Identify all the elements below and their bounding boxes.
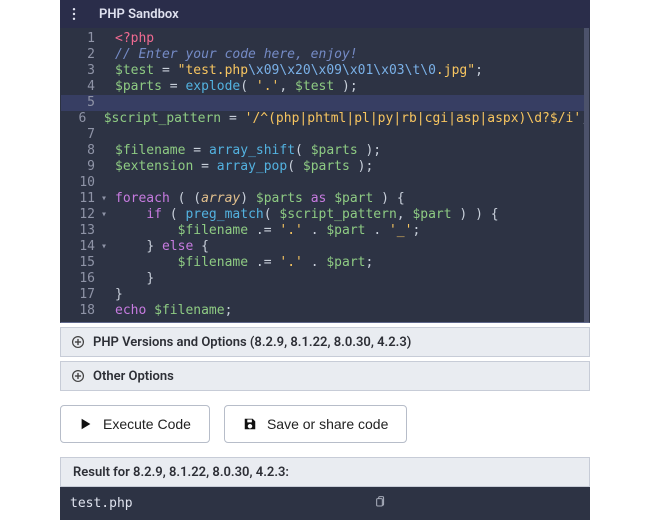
code-line[interactable]: 9 $extension = array_pop( $parts ); <box>61 159 589 175</box>
button-label: Execute Code <box>103 416 191 432</box>
code-text[interactable]: } <box>111 271 589 287</box>
accordion-php-versions[interactable]: PHP Versions and Options (8.2.9, 8.1.22,… <box>60 327 590 357</box>
fold-icon[interactable]: ▾ <box>101 191 111 207</box>
line-number: 16 <box>61 271 101 287</box>
execute-button[interactable]: Execute Code <box>60 405 210 443</box>
editor-title: PHP Sandbox <box>99 7 585 22</box>
code-line[interactable]: 17} <box>61 287 589 303</box>
fold-icon <box>92 111 99 127</box>
code-text[interactable]: $filename .= '.' . $part; <box>111 255 589 271</box>
line-number: 4 <box>61 79 101 95</box>
code-line[interactable]: 13 $filename .= '.' . $part . '_'; <box>61 223 589 239</box>
fold-icon <box>101 271 111 287</box>
line-number: 6 <box>61 111 92 127</box>
fold-icon <box>101 159 111 175</box>
line-number: 13 <box>61 223 101 239</box>
fold-icon <box>101 255 111 271</box>
code-line[interactable]: 1 <?php <box>61 31 589 47</box>
code-text[interactable] <box>111 95 589 111</box>
code-text[interactable]: // Enter your code here, enjoy! <box>111 47 589 63</box>
expand-icon <box>71 335 85 349</box>
line-number: 9 <box>61 159 101 175</box>
line-number: 10 <box>61 175 101 191</box>
fold-icon <box>101 287 111 303</box>
line-number: 1 <box>61 31 101 47</box>
line-number: 7 <box>61 127 101 143</box>
code-text[interactable]: $test = "test.php\x09\x20\x09\x01\x03\t\… <box>111 63 589 79</box>
code-text[interactable]: foreach ( (array) $parts as $part ) { <box>111 191 589 207</box>
editor-menu-icon[interactable] <box>61 1 87 27</box>
code-editor[interactable]: 1 <?php 2 // Enter your code here, enjoy! 3 $… <box>60 28 590 323</box>
line-number: 17 <box>61 287 101 303</box>
expand-icon <box>71 369 85 383</box>
play-icon <box>79 417 93 431</box>
result-heading-text: Result for 8.2.9, 8.1.22, 8.0.30, 4.2.3: <box>73 465 289 480</box>
code-line[interactable]: 3 $test = "test.php\x09\x20\x09\x01\x03\t… <box>61 63 589 79</box>
line-number: 14 <box>61 239 101 255</box>
copy-icon[interactable] <box>373 495 386 512</box>
fold-icon <box>101 95 111 111</box>
code-text[interactable]: $extension = array_pop( $parts ); <box>111 159 589 175</box>
code-line[interactable]: 11▾foreach ( (array) $parts as $part ) { <box>61 191 589 207</box>
line-number: 3 <box>61 63 101 79</box>
code-line[interactable]: 15 $filename .= '.' . $part; <box>61 255 589 271</box>
code-text[interactable]: $script_pattern = '/^(php|phtml|pl|py|rb… <box>100 111 589 127</box>
fold-icon <box>101 143 111 159</box>
code-text[interactable] <box>111 175 589 191</box>
code-text[interactable] <box>111 127 589 143</box>
save-button[interactable]: Save or share code <box>224 405 407 443</box>
code-text[interactable]: if ( preg_match( $script_pattern, $part … <box>111 207 589 223</box>
save-icon <box>243 417 257 431</box>
code-text[interactable]: echo $filename; <box>111 303 589 319</box>
fold-icon <box>101 47 111 63</box>
fold-icon <box>101 63 111 79</box>
code-text[interactable]: $filename .= '.' . $part . '_'; <box>111 223 589 239</box>
accordion-label: Other Options <box>93 369 174 384</box>
line-number: 11 <box>61 191 101 207</box>
fold-icon <box>101 31 111 47</box>
result-heading: Result for 8.2.9, 8.1.22, 8.0.30, 4.2.3: <box>60 457 590 487</box>
result-output: test.php <box>60 487 590 520</box>
accordion-label: PHP Versions and Options (8.2.9, 8.1.22,… <box>93 335 411 350</box>
code-line[interactable]: 6 $script_pattern = '/^(php|phtml|pl|py|r… <box>61 111 589 127</box>
code-line[interactable]: 5 <box>61 95 589 111</box>
code-line[interactable]: 12▾ if ( preg_match( $script_pattern, $p… <box>61 207 589 223</box>
fold-icon <box>101 79 111 95</box>
code-line[interactable]: 10 <box>61 175 589 191</box>
action-bar: Execute Code Save or share code <box>60 405 590 443</box>
editor-scrollbar[interactable] <box>584 28 589 322</box>
code-line[interactable]: 8 $filename = array_shift( $parts ); <box>61 143 589 159</box>
code-text[interactable]: <?php <box>111 31 589 47</box>
code-text[interactable]: } <box>111 287 589 303</box>
line-number: 5 <box>61 95 101 111</box>
button-label: Save or share code <box>267 416 388 432</box>
line-number: 2 <box>61 47 101 63</box>
code-text[interactable]: $parts = explode( '.', $test ); <box>111 79 589 95</box>
fold-icon <box>101 223 111 239</box>
fold-icon[interactable]: ▾ <box>101 239 111 255</box>
code-line[interactable]: 7 <box>61 127 589 143</box>
code-line[interactable]: 18 echo $filename; <box>61 303 589 319</box>
code-line[interactable]: 4 $parts = explode( '.', $test ); <box>61 79 589 95</box>
editor-header: PHP Sandbox <box>60 0 590 28</box>
code-text[interactable]: } else { <box>111 239 589 255</box>
code-line[interactable]: 14▾ } else { <box>61 239 589 255</box>
code-line[interactable]: 2 // Enter your code here, enjoy! <box>61 47 589 63</box>
code-text[interactable]: $filename = array_shift( $parts ); <box>111 143 589 159</box>
fold-icon <box>101 127 111 143</box>
fold-icon <box>101 303 111 319</box>
accordion-other-options[interactable]: Other Options <box>60 361 590 391</box>
fold-icon[interactable]: ▾ <box>101 207 111 223</box>
result-text: test.php <box>70 496 133 511</box>
line-number: 12 <box>61 207 101 223</box>
line-number: 8 <box>61 143 101 159</box>
line-number: 18 <box>61 303 101 319</box>
code-line[interactable]: 16 } <box>61 271 589 287</box>
line-number: 15 <box>61 255 101 271</box>
fold-icon <box>101 175 111 191</box>
